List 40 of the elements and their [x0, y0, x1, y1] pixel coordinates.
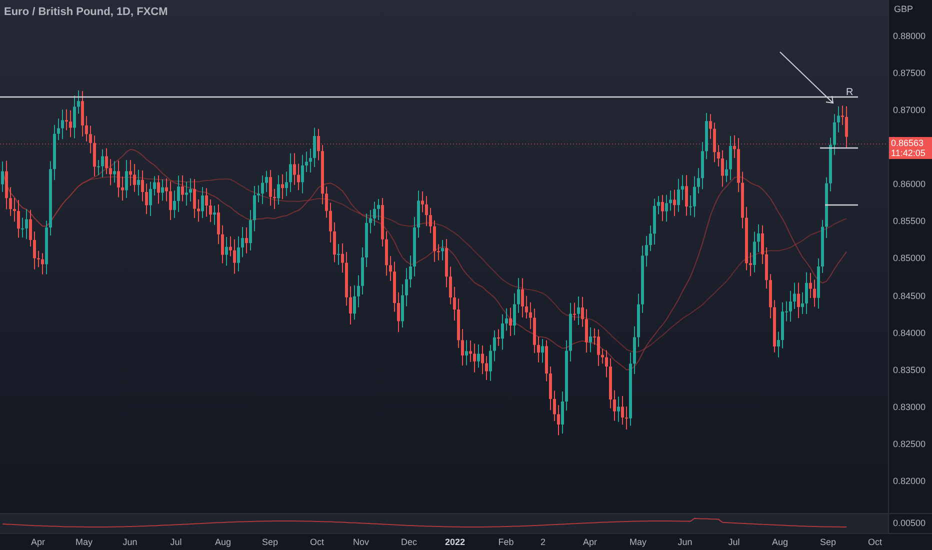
support-line	[825, 204, 858, 206]
price-tick: 0.84500	[893, 290, 926, 303]
price-tick: 0.87000	[893, 104, 926, 118]
time-tick: Sep	[820, 536, 836, 549]
annotation-label: R	[846, 86, 854, 100]
time-tick: Sep	[262, 536, 278, 549]
time-tick: Jul	[170, 536, 182, 549]
price-tick: 0.83500	[893, 364, 926, 377]
price-tick: 0.84000	[893, 326, 926, 340]
time-tick: Dec	[401, 536, 417, 549]
arrow-drawing	[780, 52, 834, 104]
currency-label: GBP	[894, 3, 914, 16]
price-tick: 0.88000	[893, 30, 926, 43]
time-tick: Oct	[868, 536, 882, 549]
price-tick: 0.82000	[893, 474, 926, 488]
time-tick: May	[630, 536, 646, 549]
current-price: 0.86563	[891, 138, 925, 148]
price-tick: 0.85500	[893, 215, 926, 228]
countdown-timer: 11:42:05	[891, 148, 926, 158]
time-tick: Jul	[728, 536, 740, 549]
time-tick: May	[76, 536, 92, 549]
price-tick: 0.85000	[893, 252, 926, 266]
indicator-tick: 0.00500	[893, 516, 926, 530]
chart-title: Euro / British Pound, 1D, FXCM	[4, 5, 168, 20]
time-tick: Apr	[31, 536, 45, 549]
time-tick: 2022	[444, 536, 466, 549]
time-tick: Aug	[215, 536, 231, 549]
price-tick: 0.87500	[893, 67, 926, 80]
price-tick: 0.86000	[893, 178, 926, 192]
time-tick: Jun	[122, 536, 138, 549]
price-tick: 0.83000	[893, 400, 926, 414]
support-line	[820, 147, 858, 149]
time-tick: Feb	[498, 536, 514, 549]
time-tick: Aug	[772, 536, 788, 549]
time-tick: Nov	[353, 536, 369, 549]
time-tick: Oct	[310, 536, 324, 549]
time-tick: Jun	[678, 536, 692, 549]
time-tick: Apr	[583, 536, 597, 549]
time-tick: 2	[540, 536, 546, 549]
price-tick: 0.82500	[893, 438, 926, 451]
